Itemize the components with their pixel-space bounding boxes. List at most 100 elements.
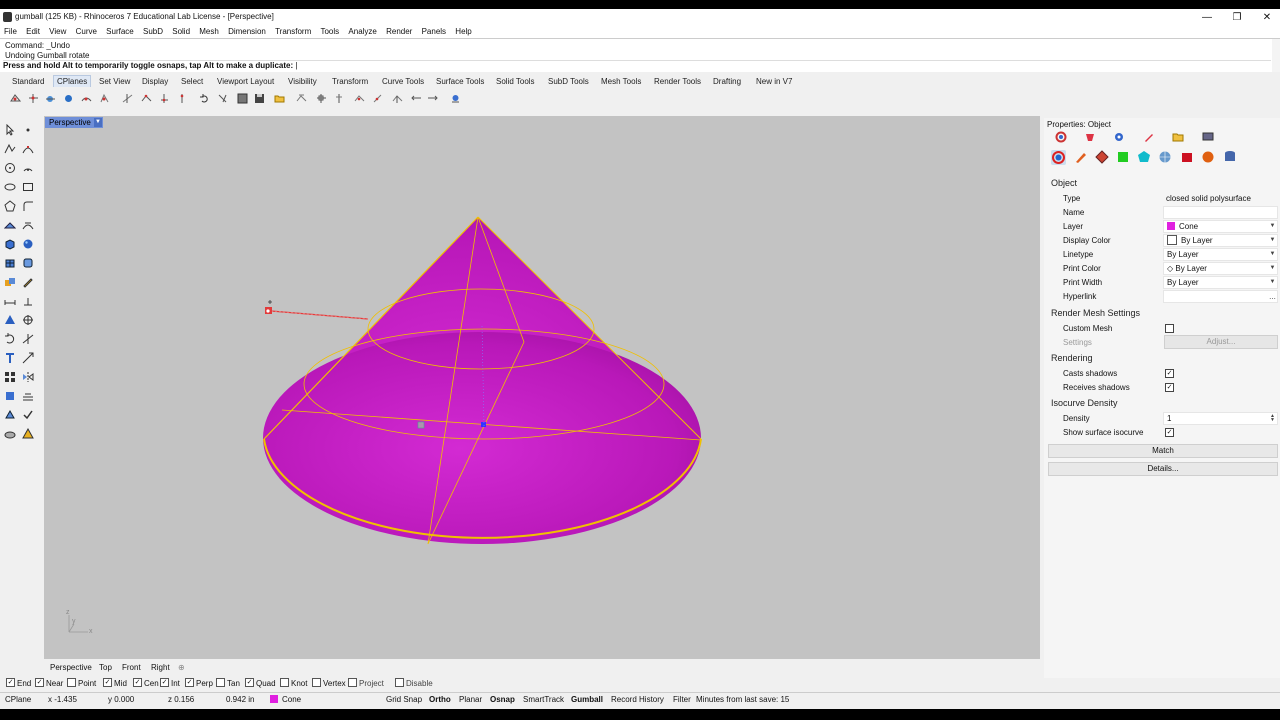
polygon-icon[interactable] xyxy=(4,200,16,212)
tab-drafting[interactable]: Drafting xyxy=(713,77,741,86)
tab-transform[interactable]: Transform xyxy=(332,77,368,86)
hyperlink-input[interactable]: ... xyxy=(1163,290,1278,303)
osnap-vertex[interactable]: Vertex xyxy=(312,678,346,690)
tab-set-view[interactable]: Set View xyxy=(99,77,130,86)
tab-mesh-tools[interactable]: Mesh Tools xyxy=(601,77,641,86)
menu-solid[interactable]: Solid xyxy=(172,26,190,38)
menu-render[interactable]: Render xyxy=(386,26,412,38)
name-input[interactable] xyxy=(1163,206,1278,219)
red-box-icon[interactable] xyxy=(1180,150,1194,164)
osnap-checkbox[interactable]: ✓ xyxy=(160,678,169,688)
osnap-checkbox[interactable]: ✓ xyxy=(35,678,44,688)
density-spinner-icon[interactable]: ▲ ▼ xyxy=(1269,414,1276,423)
texture-mapping-icon[interactable] xyxy=(1095,150,1109,164)
object-props-tab-icon[interactable] xyxy=(1055,131,1067,143)
osnap-checkbox[interactable] xyxy=(67,678,76,688)
text-tool-icon[interactable] xyxy=(4,352,16,364)
osnap-checkbox[interactable] xyxy=(280,678,289,688)
osnap-end[interactable]: ✓ End xyxy=(6,678,31,690)
cplane-bottom-icon[interactable] xyxy=(392,93,403,104)
tab-surface-tools[interactable]: Surface Tools xyxy=(436,77,484,86)
print-width-dropdown[interactable]: By Layer ▼ xyxy=(1163,276,1278,289)
vptab-front[interactable]: Front xyxy=(122,663,141,672)
record-history-toggle[interactable]: Record History xyxy=(611,695,664,704)
details-button[interactable]: Details... xyxy=(1048,462,1278,476)
menu-curve[interactable]: Curve xyxy=(76,26,97,38)
undo-cplane-icon[interactable] xyxy=(199,93,210,104)
menu-mesh[interactable]: Mesh xyxy=(199,26,219,38)
tab-curve-tools[interactable]: Curve Tools xyxy=(382,77,424,86)
osnap-int[interactable]: ✓ Int xyxy=(160,678,180,690)
osnap-toggle[interactable]: Osnap xyxy=(490,695,515,704)
tab-solid-tools[interactable]: Solid Tools xyxy=(496,77,535,86)
osnap-point[interactable]: Point xyxy=(67,678,96,690)
mirror-icon[interactable] xyxy=(22,371,34,383)
snap-icon[interactable] xyxy=(22,314,34,326)
display-color-dropdown[interactable]: By Layer ▼ xyxy=(1163,234,1278,247)
cplane-front-icon[interactable] xyxy=(316,93,327,104)
curve-cv-icon[interactable] xyxy=(22,143,34,155)
folder-tab-icon[interactable] xyxy=(1172,131,1184,143)
open-cplane-icon[interactable] xyxy=(274,93,285,104)
extrude-icon[interactable] xyxy=(4,219,16,231)
tab-cplanes[interactable]: CPlanes xyxy=(53,75,92,87)
tab-visibility[interactable]: Visibility xyxy=(288,77,317,86)
cplane-curve-icon[interactable] xyxy=(122,93,133,104)
green-material-icon[interactable] xyxy=(1116,150,1130,164)
boolean-union-icon[interactable] xyxy=(4,276,16,288)
tab-select[interactable]: Select xyxy=(181,77,203,86)
select-arrow-icon[interactable] xyxy=(4,124,16,136)
arc-icon[interactable] xyxy=(22,162,34,174)
osnap-quad[interactable]: ✓ Quad xyxy=(245,678,276,690)
menu-analyze[interactable]: Analyze xyxy=(348,26,376,38)
tab-render-tools[interactable]: Render Tools xyxy=(654,77,701,86)
trim-icon[interactable] xyxy=(22,333,34,345)
match-button[interactable]: Match xyxy=(1048,444,1278,458)
tab-display[interactable]: Display xyxy=(142,77,168,86)
adjust-button[interactable]: Adjust... xyxy=(1164,335,1278,349)
point-icon[interactable] xyxy=(22,124,34,136)
explode-icon[interactable] xyxy=(22,390,34,402)
cplane-next-icon[interactable] xyxy=(427,93,438,104)
menu-dimension[interactable]: Dimension xyxy=(228,26,266,38)
osnap-mid[interactable]: ✓ Mid xyxy=(103,678,127,690)
vptab-right[interactable]: Right xyxy=(151,663,170,672)
smarttrack-toggle[interactable]: SmartTrack xyxy=(523,695,564,704)
rotate-icon[interactable] xyxy=(4,333,16,345)
layer-dropdown[interactable]: Cone ▼ xyxy=(1163,220,1278,233)
filter-toggle[interactable]: Filter xyxy=(673,695,691,704)
cyan-shape-icon[interactable] xyxy=(1137,150,1151,164)
tab-viewport-layout[interactable]: Viewport Layout xyxy=(217,77,274,86)
menu-file[interactable]: File xyxy=(4,26,17,38)
custom-mesh-checkbox[interactable] xyxy=(1165,324,1174,333)
receives-shadows-checkbox[interactable]: ✓ xyxy=(1165,383,1174,392)
scale-icon[interactable] xyxy=(22,352,34,364)
osnap-checkbox[interactable]: ✓ xyxy=(103,678,112,688)
osnap-perp[interactable]: ✓ Perp xyxy=(185,678,213,690)
status-layer[interactable]: Cone xyxy=(270,694,301,704)
cplane-right-icon[interactable] xyxy=(334,93,345,104)
group-icon[interactable] xyxy=(4,428,16,440)
planar-toggle[interactable]: Planar xyxy=(459,695,482,704)
brush-icon[interactable] xyxy=(1074,150,1088,164)
ellipse-icon[interactable] xyxy=(4,181,16,193)
osnap-project[interactable]: Project xyxy=(348,678,384,690)
cone-base[interactable] xyxy=(263,332,701,544)
sphere-icon[interactable] xyxy=(22,238,34,250)
box-icon[interactable] xyxy=(4,238,16,250)
osnap-checkbox[interactable]: ✓ xyxy=(6,678,15,688)
menu-subd[interactable]: SubD xyxy=(143,26,163,38)
cplane-back-icon[interactable] xyxy=(354,93,365,104)
save-cplane-icon[interactable] xyxy=(254,93,265,104)
cplane-object-icon[interactable] xyxy=(63,93,74,104)
blend-icon[interactable] xyxy=(4,390,16,402)
display-tab-icon[interactable] xyxy=(1202,131,1214,143)
show-isocurve-checkbox[interactable]: ✓ xyxy=(1165,428,1174,437)
osnap-disable[interactable]: Disable xyxy=(395,678,433,690)
cplane-rotate-icon[interactable] xyxy=(99,93,110,104)
osnap-tan[interactable]: Tan xyxy=(216,678,240,690)
tab-subd-tools[interactable]: SubD Tools xyxy=(548,77,589,86)
ortho-toggle[interactable]: Ortho xyxy=(429,695,451,704)
project-icon[interactable] xyxy=(4,409,16,421)
osnap-checkbox[interactable]: ✓ xyxy=(245,678,254,688)
